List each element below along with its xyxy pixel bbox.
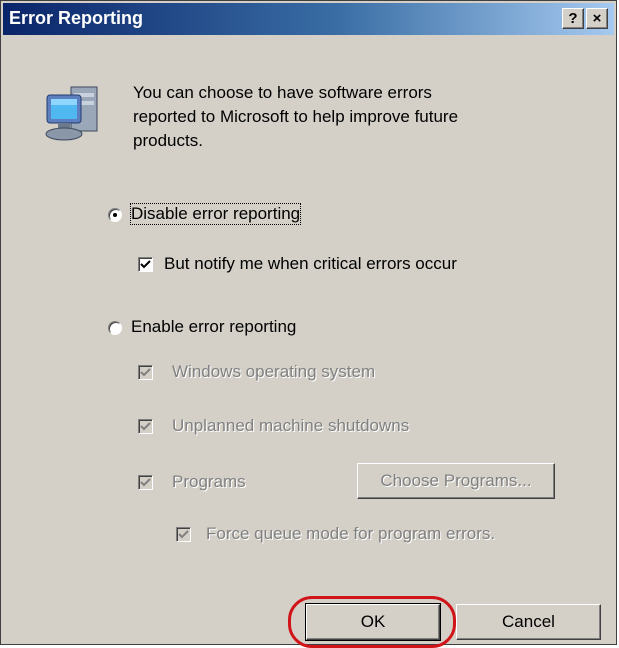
force-queue-checkbox[interactable] [176,527,191,542]
error-reporting-dialog: Error Reporting ? × You can choose to ha… [0,0,617,648]
choose-programs-button[interactable]: Choose Programs... [357,463,555,499]
close-button[interactable]: × [586,8,608,29]
intro-line-2: reported to Microsoft to help improve fu… [133,107,459,126]
notify-critical-label[interactable]: But notify me when critical errors occur [164,254,457,274]
force-queue-label: Force queue mode for program errors. [206,524,496,543]
shutdowns-label: Unplanned machine shutdowns [172,416,410,435]
enable-reporting-radio[interactable] [108,321,122,335]
windows-os-checkbox[interactable] [138,365,153,380]
intro-line-3: products. [133,131,203,150]
cancel-button[interactable]: Cancel [456,604,601,640]
disable-reporting-radio[interactable] [108,208,122,222]
enable-reporting-label[interactable]: Enable error reporting [131,317,296,337]
programs-label: Programs [172,472,246,491]
shutdowns-checkbox[interactable] [138,419,153,434]
intro-line-1: You can choose to have software errors [133,83,432,102]
computer-icon [45,86,98,141]
disable-reporting-label[interactable]: Disable error reporting [129,203,302,225]
window-title: Error Reporting [9,8,144,28]
notify-critical-checkbox[interactable] [138,257,153,272]
title-bar[interactable]: Error Reporting ? × [3,3,614,35]
programs-checkbox[interactable] [138,475,153,490]
help-button[interactable]: ? [562,8,584,29]
ok-highlight-circle [288,596,456,648]
windows-os-label: Windows operating system [172,362,376,381]
